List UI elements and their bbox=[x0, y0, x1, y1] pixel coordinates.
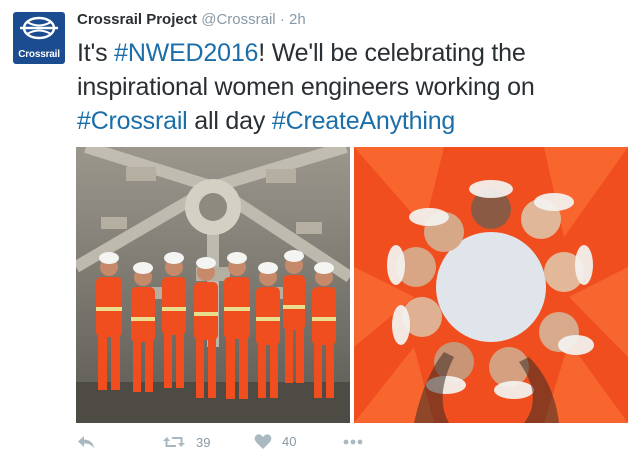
more-icon bbox=[343, 439, 363, 445]
more-button[interactable] bbox=[342, 435, 364, 449]
retweet-button[interactable]: 39 bbox=[162, 433, 210, 451]
account-avatar[interactable]: Crossrail bbox=[13, 12, 65, 64]
separator-dot: · bbox=[279, 11, 285, 28]
heart-icon bbox=[254, 434, 272, 449]
reply-button[interactable] bbox=[76, 433, 96, 451]
photo-engineers-circle[interactable] bbox=[354, 147, 628, 423]
retweet-count: 39 bbox=[196, 434, 211, 450]
hashtag-link[interactable]: #Crossrail bbox=[77, 107, 188, 135]
reply-icon bbox=[78, 436, 94, 448]
logo-wordmark: Crossrail bbox=[18, 49, 60, 60]
tweet-text: It's #NWED2016! We'll be celebrating the… bbox=[77, 36, 622, 138]
account-handle[interactable]: @Crossrail bbox=[201, 11, 275, 28]
like-count: 40 bbox=[282, 434, 297, 449]
circle-photo-illustration bbox=[354, 147, 628, 423]
tweet-media bbox=[76, 147, 628, 423]
tbm-photo-illustration bbox=[76, 147, 350, 423]
tweet-timestamp[interactable]: 2h bbox=[289, 11, 306, 28]
tweet-text-part: all day bbox=[187, 107, 272, 135]
retweet-icon bbox=[163, 437, 185, 447]
tweet-text-part: It's bbox=[77, 39, 115, 67]
hashtag-link[interactable]: #NWED2016 bbox=[114, 39, 258, 67]
tweet-header: Crossrail Project @Crossrail · 2h bbox=[77, 11, 306, 28]
photo-engineers-tbm[interactable] bbox=[76, 147, 350, 423]
hashtag-link[interactable]: #CreateAnything bbox=[272, 107, 455, 135]
tweet-actions: 39 40 bbox=[76, 433, 376, 457]
like-button[interactable]: 40 bbox=[254, 433, 296, 450]
account-name[interactable]: Crossrail Project bbox=[77, 11, 197, 28]
